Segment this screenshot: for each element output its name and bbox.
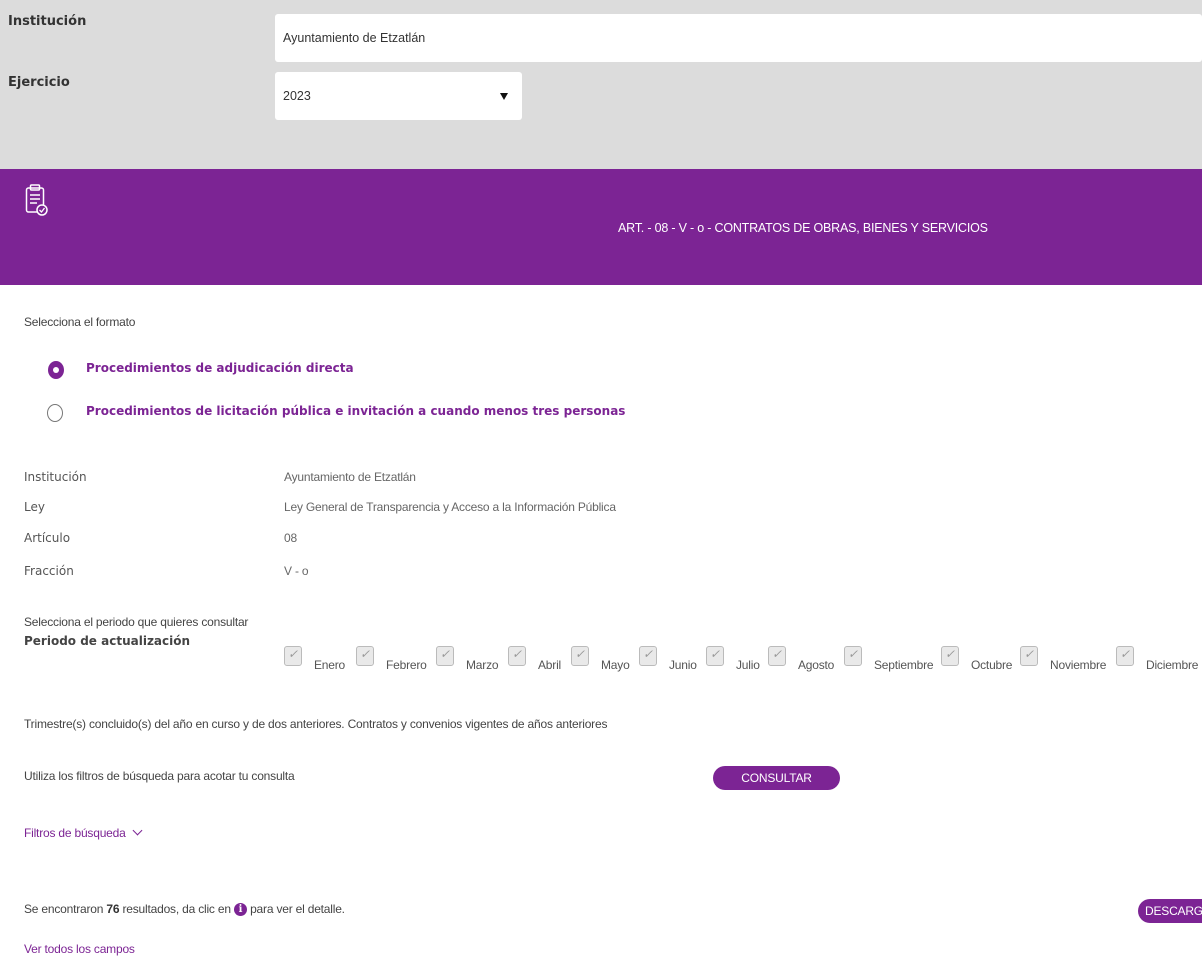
meta-fraccion-value: V - o [284,564,309,578]
meta-ley-value: Ley General de Transparencia y Acceso a … [284,500,616,514]
month-label: Abril [538,658,562,672]
month-abril[interactable]: Abril [508,642,561,678]
month-label: Agosto [798,658,835,672]
month-checkbox[interactable] [639,646,657,666]
month-septiembre[interactable]: Septiembre [844,642,934,678]
month-label: Diciembre [1146,658,1199,672]
chevron-down-icon [500,93,508,100]
results-middle: resultados, da clic en [119,902,234,916]
chevron-down-icon [132,825,143,836]
month-label: Septiembre [874,658,934,672]
month-julio[interactable]: Julio [706,642,760,678]
institucion-label: Institución [8,14,87,29]
section-banner: ART. - 08 - V - o - CONTRATOS DE OBRAS, … [0,169,1202,285]
meta-ley-key: Ley [24,500,45,514]
month-label: Marzo [466,658,499,672]
month-label: Febrero [386,658,427,672]
month-junio[interactable]: Junio [639,642,697,678]
filtros-toggle[interactable]: Filtros de búsqueda [24,825,143,840]
month-checkbox[interactable] [508,646,526,666]
meta-articulo-key: Artículo [24,531,71,545]
meta-articulo-value: 08 [284,531,297,545]
month-febrero[interactable]: Febrero [356,642,427,678]
month-checkbox[interactable] [284,646,302,666]
month-diciembre[interactable]: Diciembre [1116,642,1198,678]
month-checkbox[interactable] [571,646,589,666]
month-checkbox[interactable] [706,646,724,666]
month-checkbox[interactable] [844,646,862,666]
month-label: Mayo [601,658,630,672]
results-count: 76 [106,902,120,916]
month-checkbox[interactable] [436,646,454,666]
periodo-label: Periodo de actualización [24,634,191,648]
radio-label-licitacion[interactable]: Procedimientos de licitación pública e i… [86,404,625,418]
month-label: Enero [314,658,346,672]
clipboard-document-icon [25,184,49,223]
month-checkbox[interactable] [1116,646,1134,666]
month-checkbox[interactable] [356,646,374,666]
info-icon: i [233,903,247,917]
month-checkbox[interactable] [941,646,959,666]
results-prefix: Se encontraron [24,902,107,916]
meta-institucion-value: Ayuntamiento de Etzatlán [284,470,416,484]
descargar-button[interactable]: DESCARGAR [1138,899,1202,923]
formato-prompt: Selecciona el formato [24,315,136,329]
ejercicio-select[interactable]: 2023 [275,72,522,120]
month-marzo[interactable]: Marzo [436,642,499,678]
radio-label-adjudicacion[interactable]: Procedimientos de adjudicación directa [86,361,354,375]
institucion-value: Ayuntamiento de Etzatlán [283,31,426,45]
search-hint: Utiliza los filtros de búsqueda para aco… [24,769,295,783]
results-suffix: para ver el detalle. [246,902,345,916]
month-octubre[interactable]: Octubre [941,642,1012,678]
consultar-button[interactable]: CONSULTAR [713,766,840,790]
institucion-field[interactable]: Ayuntamiento de Etzatlán [275,14,1202,62]
month-label: Noviembre [1050,658,1107,672]
ejercicio-label: Ejercicio [8,75,70,90]
month-label: Junio [669,658,697,672]
month-label: Julio [736,658,760,672]
month-agosto[interactable]: Agosto [768,642,834,678]
filter-panel: Institución Ayuntamiento de Etzatlán Eje… [0,0,1202,169]
results-summary: Se encontraron 76 resultados, da clic en… [24,902,345,917]
ver-todos-campos-link[interactable]: Ver todos los campos [24,942,135,956]
ejercicio-value: 2023 [283,89,311,103]
month-label: Octubre [971,658,1013,672]
meta-institucion-key: Institución [24,470,87,484]
meta-fraccion-key: Fracción [24,564,74,578]
radio-licitacion-publica[interactable] [47,404,63,422]
radio-adjudicacion-directa[interactable] [48,361,64,379]
month-mayo[interactable]: Mayo [571,642,630,678]
section-title: ART. - 08 - V - o - CONTRATOS DE OBRAS, … [618,221,988,235]
filtros-label: Filtros de búsqueda [24,826,126,840]
month-enero[interactable]: Enero [284,642,345,678]
month-checkbox[interactable] [1020,646,1038,666]
month-checkbox[interactable] [768,646,786,666]
periodo-note: Trimestre(s) concluido(s) del año en cur… [24,717,608,731]
month-noviembre[interactable]: Noviembre [1020,642,1106,678]
periodo-prompt: Selecciona el periodo que quieres consul… [24,615,249,629]
